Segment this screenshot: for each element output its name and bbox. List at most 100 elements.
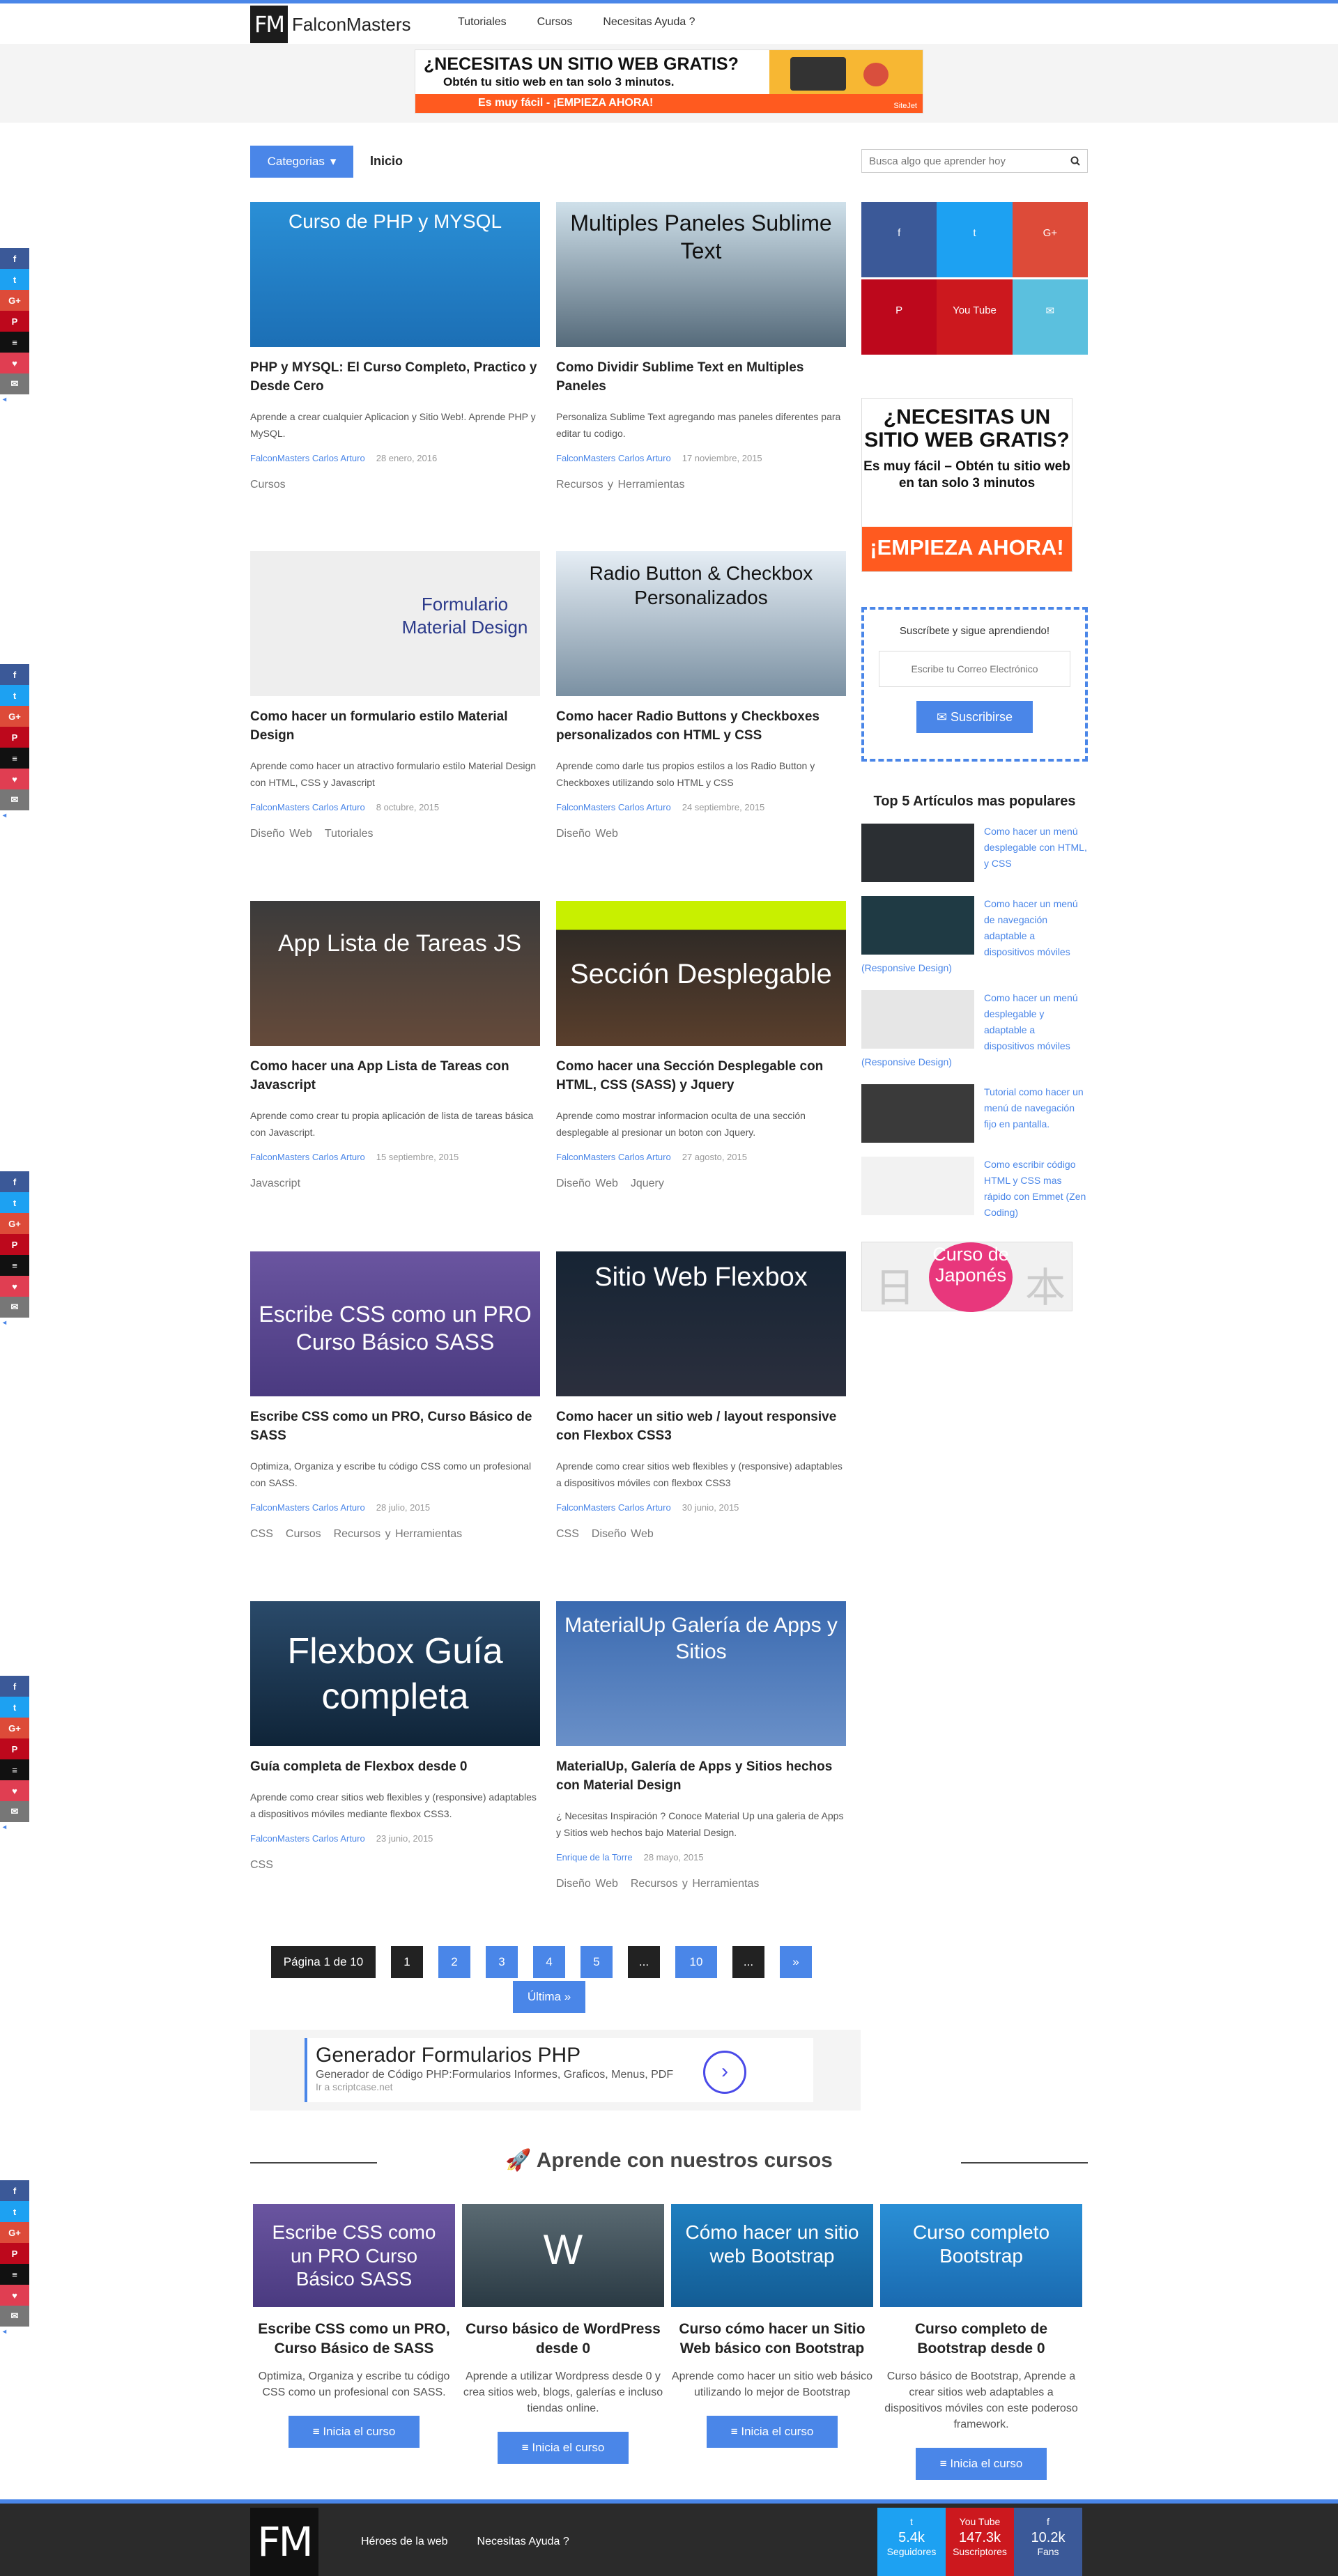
footer-logo[interactable]: FM: [250, 2508, 318, 2576]
footer-nav-ayuda[interactable]: Necesitas Ayuda ?: [477, 2536, 569, 2548]
post-tag[interactable]: Diseño Web: [556, 1178, 618, 1189]
post-thumbnail[interactable]: Sección Desplegable: [556, 901, 846, 1046]
post-thumbnail[interactable]: Radio Button & Checkbox Personalizados: [556, 551, 846, 696]
post-tag[interactable]: Cursos: [286, 1528, 321, 1540]
top5-item[interactable]: Como hacer un menú de navegación adaptab…: [861, 896, 1088, 976]
post-author[interactable]: FalconMasters Carlos Arturo: [250, 1152, 365, 1162]
post-tag[interactable]: Diseño Web: [556, 1878, 618, 1890]
search-icon[interactable]: [1070, 156, 1080, 166]
footer-social-counter[interactable]: t 5.4k Seguidores: [877, 2508, 946, 2576]
social-counter[interactable]: You Tube 147.3k Suscriptores: [937, 279, 1013, 475]
post-thumbnail[interactable]: Multiples Paneles Sublime Text: [556, 202, 846, 347]
social-counter[interactable]: ✉ 663 Suscriptores: [1012, 279, 1088, 475]
twitter-icon[interactable]: t: [0, 2201, 29, 2222]
pinterest-icon[interactable]: P: [0, 727, 29, 748]
page-link[interactable]: 10: [675, 1946, 717, 1978]
top5-item[interactable]: Como escribir código HTML y CSS mas rápi…: [861, 1157, 1088, 1221]
email-icon[interactable]: ✉: [0, 373, 29, 394]
post-tag[interactable]: Recursos y Herramientas: [334, 1528, 463, 1540]
buffer-icon[interactable]: ≡: [0, 748, 29, 769]
start-course-button[interactable]: ≡ Inicia el curso: [498, 2432, 629, 2464]
post-title[interactable]: Como hacer Radio Buttons y Checkboxes pe…: [556, 707, 846, 745]
page-link[interactable]: 1: [391, 1946, 423, 1978]
post-thumbnail[interactable]: App Lista de Tareas JS: [250, 901, 540, 1046]
pinterest-icon[interactable]: P: [0, 1738, 29, 1759]
course-title[interactable]: Escribe CSS como un PRO, Curso Básico de…: [253, 2320, 455, 2359]
post-thumbnail[interactable]: Curso de PHP y MYSQL: [250, 202, 540, 347]
facebook-icon[interactable]: f: [0, 664, 29, 685]
breadcrumb-home[interactable]: Inicio: [370, 154, 403, 169]
nav-ayuda[interactable]: Necesitas Ayuda ?: [603, 16, 695, 29]
post-author[interactable]: FalconMasters Carlos Arturo: [556, 802, 671, 812]
course-thumbnail[interactable]: W: [462, 2204, 664, 2307]
post-author[interactable]: FalconMasters Carlos Arturo: [250, 453, 365, 463]
start-course-button[interactable]: ≡ Inicia el curso: [916, 2448, 1047, 2480]
top5-item[interactable]: Tutorial como hacer un menú de navegació…: [861, 1084, 1088, 1143]
post-author[interactable]: FalconMasters Carlos Arturo: [250, 1502, 365, 1513]
course-title[interactable]: Curso completo de Bootstrap desde 0: [880, 2320, 1082, 2359]
post-thumbnail[interactable]: Flexbox Guía completa: [250, 1601, 540, 1746]
start-course-button[interactable]: ≡ Inicia el curso: [707, 2416, 838, 2448]
page-link[interactable]: 5: [580, 1946, 613, 1978]
facebook-icon[interactable]: f: [0, 1676, 29, 1697]
subscribe-button[interactable]: ✉ Suscribirse: [916, 701, 1033, 733]
post-title[interactable]: MaterialUp, Galería de Apps y Sitios hec…: [556, 1757, 846, 1795]
japanese-course-ad[interactable]: 日 Curso de Japonés 本: [861, 1242, 1072, 1312]
post-tag[interactable]: Cursos: [250, 479, 286, 491]
page-next[interactable]: »: [780, 1946, 812, 1978]
google-plus-icon[interactable]: G+: [0, 290, 29, 311]
post-thumbnail[interactable]: Sitio Web Flexbox: [556, 1251, 846, 1396]
post-title[interactable]: Como hacer una App Lista de Tareas con J…: [250, 1057, 540, 1095]
post-title[interactable]: Como hacer una Sección Desplegable con H…: [556, 1057, 846, 1095]
nav-cursos[interactable]: Cursos: [537, 16, 573, 29]
buffer-icon[interactable]: ≡: [0, 1759, 29, 1780]
post-tag[interactable]: Diseño Web: [556, 828, 618, 840]
post-author[interactable]: FalconMasters Carlos Arturo: [250, 802, 365, 812]
post-tag[interactable]: CSS: [250, 1859, 273, 1871]
post-title[interactable]: Como hacer un formulario estilo Material…: [250, 707, 540, 745]
social-counter[interactable]: t 5.4k Seguidores: [937, 202, 1013, 398]
collapse-arrow-icon[interactable]: ◂: [0, 810, 29, 820]
post-title[interactable]: Escribe CSS como un PRO, Curso Básico de…: [250, 1407, 540, 1445]
footer-social-counter[interactable]: You Tube 147.3k Suscriptores: [946, 2508, 1014, 2576]
post-author[interactable]: FalconMasters Carlos Arturo: [556, 453, 671, 463]
course-title[interactable]: Curso básico de WordPress desde 0: [462, 2320, 664, 2359]
post-title[interactable]: PHP y MYSQL: El Curso Completo, Practico…: [250, 358, 540, 396]
post-tag[interactable]: Diseño Web: [250, 828, 312, 840]
email-field[interactable]: [879, 651, 1070, 687]
post-tag[interactable]: Recursos y Herramientas: [631, 1878, 760, 1890]
course-title[interactable]: Curso cómo hacer un Sitio Web básico con…: [671, 2320, 873, 2359]
post-tag[interactable]: Jquery: [631, 1178, 664, 1189]
pocket-icon[interactable]: ♥: [0, 1276, 29, 1297]
search-input[interactable]: [862, 150, 1057, 172]
post-tag[interactable]: Tutoriales: [325, 828, 374, 840]
twitter-icon[interactable]: t: [0, 685, 29, 706]
google-plus-icon[interactable]: G+: [0, 1213, 29, 1234]
social-counter[interactable]: G+ 1.4k Seguidores: [1012, 202, 1088, 398]
post-author[interactable]: Enrique de la Torre: [556, 1852, 633, 1862]
footer-nav-heroes[interactable]: Héroes de la web: [361, 2536, 448, 2548]
social-counter[interactable]: f 10.2k Fans: [861, 202, 937, 398]
collapse-arrow-icon[interactable]: ◂: [0, 2327, 29, 2336]
post-author[interactable]: FalconMasters Carlos Arturo: [556, 1152, 671, 1162]
chevron-right-icon[interactable]: ›: [703, 2051, 746, 2094]
pocket-icon[interactable]: ♥: [0, 1780, 29, 1801]
post-thumbnail[interactable]: Escribe CSS como un PRO Curso Básico SAS…: [250, 1251, 540, 1396]
email-icon[interactable]: ✉: [0, 789, 29, 810]
pinterest-icon[interactable]: P: [0, 311, 29, 332]
twitter-icon[interactable]: t: [0, 1192, 29, 1213]
course-thumbnail[interactable]: Escribe CSS como un PRO Curso Básico SAS…: [253, 2204, 455, 2307]
top-banner-ad[interactable]: ¿NECESITAS UN SITIO WEB GRATIS? Obtén tu…: [415, 49, 923, 114]
twitter-icon[interactable]: t: [0, 269, 29, 290]
top5-item[interactable]: Como hacer un menú desplegable con HTML,…: [861, 824, 1088, 882]
sidebar-ad[interactable]: ¿NECESITAS UN SITIO WEB GRATIS? Es muy f…: [861, 398, 1072, 572]
twitter-icon[interactable]: t: [0, 1697, 29, 1718]
buffer-icon[interactable]: ≡: [0, 1255, 29, 1276]
start-course-button[interactable]: ≡ Inicia el curso: [289, 2416, 420, 2448]
email-icon[interactable]: ✉: [0, 1801, 29, 1822]
course-thumbnail[interactable]: Cómo hacer un sitio web Bootstrap: [671, 2204, 873, 2307]
facebook-icon[interactable]: f: [0, 1171, 29, 1192]
pocket-icon[interactable]: ♥: [0, 769, 29, 789]
post-title[interactable]: Como Dividir Sublime Text en Multiples P…: [556, 358, 846, 396]
email-icon[interactable]: ✉: [0, 2306, 29, 2327]
